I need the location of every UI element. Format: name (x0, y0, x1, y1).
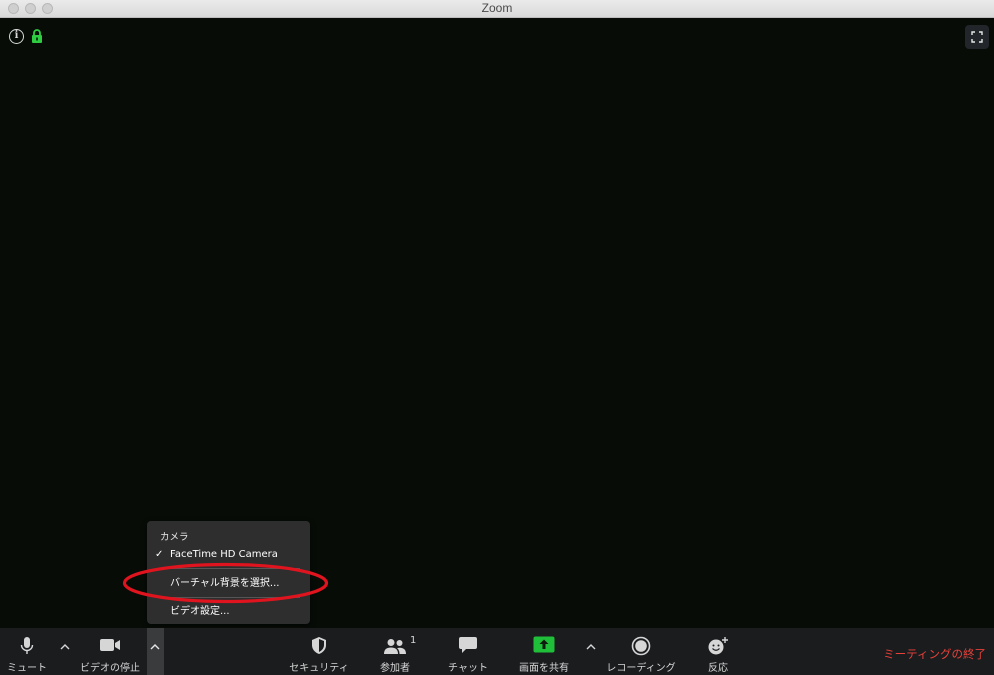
reactions-button[interactable]: 反応 (700, 628, 736, 675)
meeting-toolbar: ミュート ビデオの停止 セキュリティ 参加者 1 チャット 画面を共有 レコーデ… (0, 628, 994, 675)
menu-item-label: ビデオ設定... (170, 606, 230, 617)
record-button[interactable]: レコーディング (600, 628, 682, 675)
mute-options-caret-icon[interactable] (59, 641, 71, 653)
chat-bubble-icon (459, 637, 477, 653)
share-options-caret-icon[interactable] (585, 641, 597, 653)
menu-item-label: FaceTime HD Camera (170, 549, 278, 560)
participants-label: 参加者 (380, 663, 410, 674)
participants-icon (384, 639, 406, 654)
menu-divider (157, 597, 300, 598)
mute-button[interactable]: ミュート (0, 628, 54, 675)
title-bar: Zoom (0, 0, 994, 18)
video-options-caret[interactable] (147, 628, 164, 675)
chevron-up-icon (150, 644, 160, 650)
menu-item-video-settings[interactable]: ビデオ設定... (147, 603, 310, 621)
microphone-icon (20, 637, 34, 654)
fullscreen-icon (971, 31, 983, 43)
menu-item-label: バーチャル背景を選択... (170, 578, 280, 589)
participants-count-badge: 1 (410, 635, 417, 646)
stop-video-button[interactable]: ビデオの停止 (74, 628, 146, 675)
share-screen-icon (533, 636, 555, 653)
mute-label: ミュート (7, 663, 47, 674)
lock-icon[interactable] (31, 29, 43, 44)
smiley-add-icon (708, 637, 728, 655)
menu-item-facetime-camera[interactable]: ✓ FaceTime HD Camera (147, 546, 310, 564)
video-camera-icon (100, 639, 120, 651)
meeting-info-icon[interactable]: i (9, 29, 24, 44)
end-meeting-button[interactable]: ミーティングの終了 (883, 646, 986, 662)
shield-icon (312, 637, 326, 654)
checkmark-icon: ✓ (155, 549, 164, 560)
reactions-label: 反応 (708, 663, 728, 674)
share-screen-button[interactable]: 画面を共有 (512, 628, 576, 675)
menu-item-virtual-background[interactable]: バーチャル背景を選択... (147, 575, 310, 593)
security-label: セキュリティ (289, 663, 349, 674)
camera-menu-header: カメラ (160, 532, 189, 543)
record-label: レコーディング (606, 663, 676, 674)
menu-divider (157, 568, 300, 569)
chat-label: チャット (448, 663, 488, 674)
record-icon (631, 636, 651, 656)
window-title: Zoom (481, 1, 513, 15)
share-screen-label: 画面を共有 (519, 663, 569, 674)
stop-video-label: ビデオの停止 (80, 663, 140, 674)
camera-menu: カメラ ✓ FaceTime HD Camera バーチャル背景を選択... ビ… (147, 521, 310, 624)
chat-button[interactable]: チャット (444, 628, 492, 675)
security-button[interactable]: セキュリティ (284, 628, 354, 675)
fullscreen-button[interactable] (965, 25, 989, 49)
